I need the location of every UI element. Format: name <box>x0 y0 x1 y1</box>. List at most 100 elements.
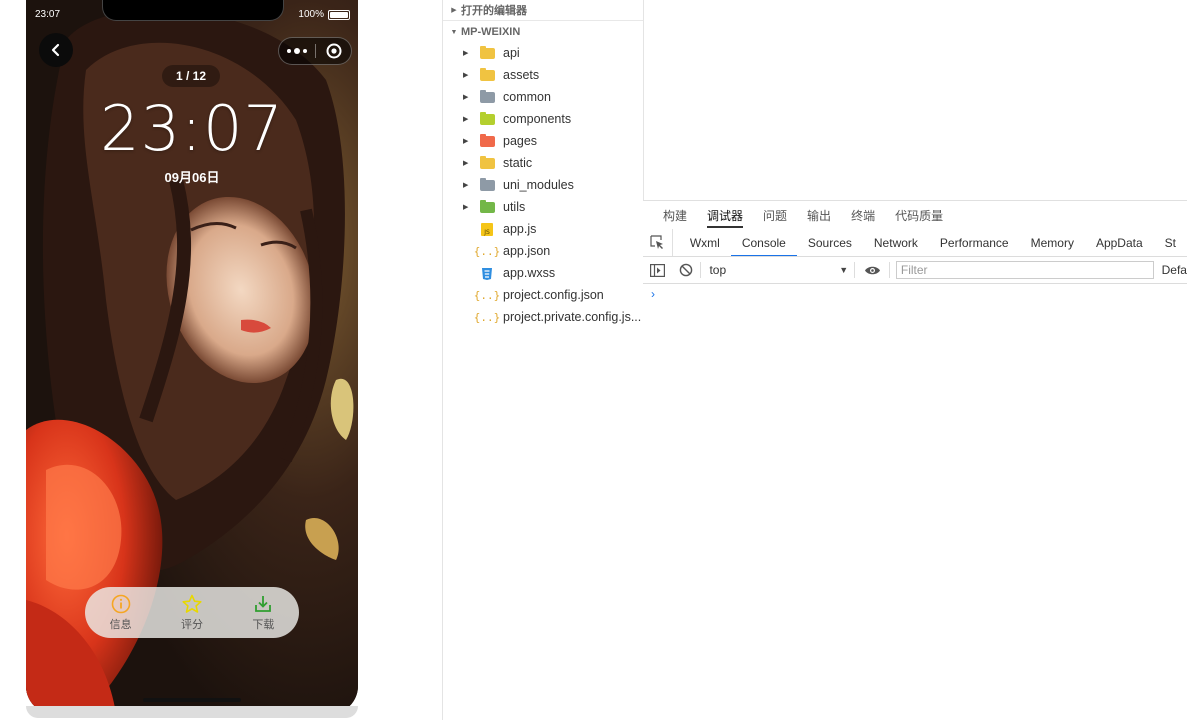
folder-label: uni_modules <box>503 178 574 192</box>
collapsed-caret-icon: ▶ <box>451 7 457 14</box>
folder-utils-icon <box>479 199 495 214</box>
info-icon <box>111 594 130 613</box>
close-miniprogram-icon[interactable] <box>316 43 351 59</box>
folder-components-icon <box>479 111 495 126</box>
home-indicator <box>143 698 241 702</box>
project-header[interactable]: ▼ MP-WEIXIN <box>443 22 643 42</box>
folder-label: assets <box>503 68 540 82</box>
file-label: project.private.config.js... <box>503 310 642 324</box>
open-editors-label: 打开的编辑器 <box>461 5 527 17</box>
battery-icon <box>328 10 350 20</box>
download-button[interactable]: 下载 <box>228 587 299 638</box>
caret-right-icon: ▶ <box>463 204 469 211</box>
tab-problems[interactable]: 问题 <box>763 201 787 229</box>
file-explorer: ▶ 打开的编辑器 ▼ MP-WEIXIN ▶ api ▶ assets ▶ co… <box>442 0 644 720</box>
status-time: 23:07 <box>35 9 61 20</box>
expanded-caret-icon: ▼ <box>450 28 458 36</box>
tab-debugger[interactable]: 调试器 <box>707 201 744 229</box>
section-divider <box>443 20 643 21</box>
caret-right-icon: ▶ <box>463 50 469 57</box>
devtab-appdata[interactable]: AppData <box>1085 229 1154 256</box>
tree-folder-assets[interactable]: ▶ assets <box>443 64 643 86</box>
file-label: project.config.json <box>503 288 604 302</box>
log-levels-dropdown[interactable]: Defa <box>1162 263 1187 277</box>
tree-folder-components[interactable]: ▶ components <box>443 108 643 130</box>
devtab-memory[interactable]: Memory <box>1020 229 1085 256</box>
devtools-tabs: Wxml Console Sources Network Performance… <box>643 229 1187 257</box>
tree-file-project-private-config[interactable]: {..} project.private.config.js... <box>443 306 643 328</box>
live-expression-eye-icon[interactable] <box>855 257 889 283</box>
console-prompt[interactable]: › <box>651 287 655 301</box>
lock-date: 09月06日 <box>164 170 220 185</box>
tree-folder-api[interactable]: ▶ api <box>443 42 643 64</box>
chevron-left-icon <box>51 43 60 57</box>
devtab-wxml[interactable]: Wxml <box>679 229 731 256</box>
folder-uni-modules-icon <box>479 177 495 192</box>
wallpaper-toolbar: 信息 评分 下载 <box>85 587 299 638</box>
console-filter-input[interactable]: Filter <box>895 261 1154 279</box>
back-button[interactable] <box>39 33 73 67</box>
tree-folder-utils[interactable]: ▶ utils <box>443 196 643 218</box>
clear-console-icon[interactable] <box>672 257 701 283</box>
download-label: 下载 <box>252 618 275 631</box>
rate-button[interactable]: 评分 <box>156 587 227 638</box>
battery-percent: 100% <box>298 9 324 20</box>
open-editors-header[interactable]: ▶ 打开的编辑器 <box>443 0 643 20</box>
image-pager: 1 / 12 <box>162 65 220 87</box>
show-sidebar-icon[interactable] <box>643 257 672 283</box>
status-bar: 23:07 100% <box>26 0 358 26</box>
folder-label: pages <box>503 134 538 148</box>
folder-static-icon <box>479 155 495 170</box>
devtab-sources[interactable]: Sources <box>797 229 863 256</box>
svg-text:JS: JS <box>483 229 490 236</box>
menu-capsule <box>278 37 352 65</box>
devtab-console[interactable]: Console <box>730 229 797 256</box>
folder-label: utils <box>503 200 526 214</box>
info-button[interactable]: 信息 <box>85 587 156 638</box>
tab-terminal[interactable]: 终端 <box>851 201 875 229</box>
more-options-icon[interactable] <box>279 48 315 54</box>
toolbar-divider <box>888 262 890 278</box>
dropdown-arrow-icon: ▼ <box>839 265 849 275</box>
rate-label: 评分 <box>180 618 203 631</box>
tab-output[interactable]: 输出 <box>807 201 831 229</box>
json-file-icon: {..} <box>473 244 501 258</box>
folder-assets-icon <box>479 67 495 82</box>
caret-right-icon: ▶ <box>463 72 469 79</box>
tree-folder-uni-modules[interactable]: ▶ uni_modules <box>443 174 643 196</box>
tree-folder-common[interactable]: ▶ common <box>443 86 643 108</box>
js-file-icon: JS <box>479 222 495 236</box>
lock-clock: 23:07 <box>100 92 284 165</box>
devtab-performance[interactable]: Performance <box>929 229 1020 256</box>
file-label: app.wxss <box>503 266 556 280</box>
tab-code-quality[interactable]: 代码质量 <box>895 201 943 229</box>
console-toolbar: top ▼ Filter Defa <box>643 257 1187 284</box>
star-icon <box>182 594 202 613</box>
file-label: app.json <box>503 244 551 258</box>
info-label: 信息 <box>109 618 132 631</box>
folder-label: api <box>503 46 520 60</box>
tree-file-app-json[interactable]: {..} app.json <box>443 240 643 262</box>
caret-right-icon: ▶ <box>463 116 469 123</box>
debug-panel: 构建 调试器 问题 输出 终端 代码质量 Wxml Console Source… <box>643 200 1187 721</box>
context-value: top <box>709 263 727 277</box>
folder-common-icon <box>479 89 495 104</box>
tree-file-project-config-json[interactable]: {..} project.config.json <box>443 284 643 306</box>
inspect-element-icon[interactable] <box>643 229 673 256</box>
phone-base-shadow <box>26 706 358 718</box>
project-label: MP-WEIXIN <box>461 26 521 38</box>
tree-file-app-wxss[interactable]: app.wxss <box>443 262 643 284</box>
devtab-storage[interactable]: St <box>1154 229 1187 256</box>
tree-folder-pages[interactable]: ▶ pages <box>443 130 643 152</box>
file-label: app.js <box>503 222 537 236</box>
json-file-icon: {..} <box>473 288 501 302</box>
folder-label: static <box>503 156 533 170</box>
tree-file-app-js[interactable]: JS app.js <box>443 218 643 240</box>
tree-folder-static[interactable]: ▶ static <box>443 152 643 174</box>
panel-tabs: 构建 调试器 问题 输出 终端 代码质量 <box>643 201 1187 229</box>
tab-build[interactable]: 构建 <box>663 201 687 229</box>
folder-pages-icon <box>479 133 495 148</box>
devtab-network[interactable]: Network <box>863 229 929 256</box>
phone-simulator: 23:07 100% 1 / 12 23:07 09月06日 信息 评分 下载 <box>26 0 358 714</box>
context-selector[interactable]: top ▼ <box>701 260 854 280</box>
